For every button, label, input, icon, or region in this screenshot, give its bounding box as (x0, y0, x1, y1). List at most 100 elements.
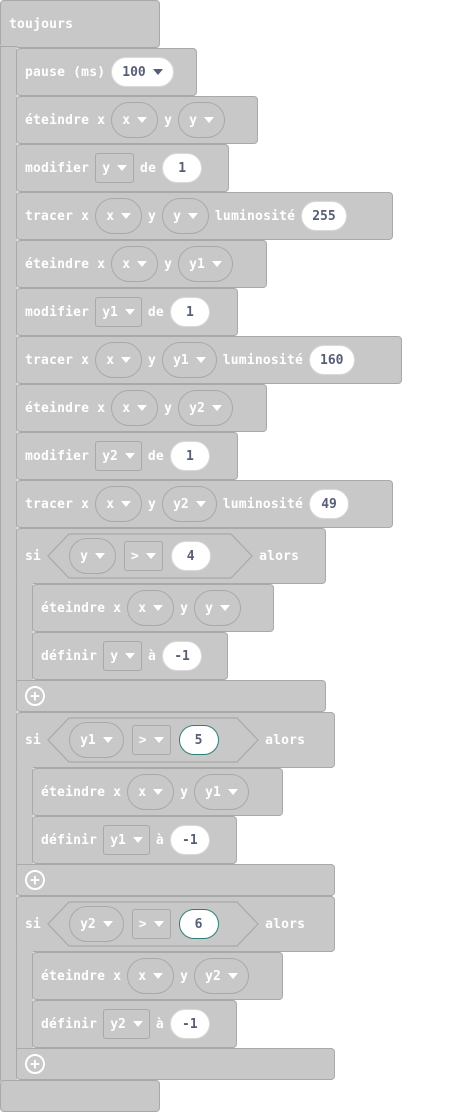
change-value-input[interactable]: 1 (162, 153, 203, 183)
plot-block-y2[interactable]: tracer x x y y2 luminosité 49 (16, 480, 393, 528)
if-block-3-footer[interactable]: + (16, 1048, 335, 1080)
var-dropdown-x[interactable]: x (111, 390, 159, 426)
unplot-block-5[interactable]: éteindre x x y y1 (32, 768, 283, 816)
set-value-input[interactable]: -1 (162, 641, 203, 671)
plot-label: tracer x (25, 496, 90, 512)
set-block-y[interactable]: définir y à -1 (32, 632, 228, 680)
brightness-input[interactable]: 49 (309, 489, 350, 519)
var-dropdown-y2[interactable]: y2 (69, 906, 124, 942)
var-dropdown-x[interactable]: x (95, 198, 143, 234)
change-value-input[interactable]: 1 (169, 441, 210, 471)
var-name: y (189, 112, 197, 128)
caret-down-icon (227, 973, 238, 979)
caret-down-icon (121, 357, 132, 363)
var-name: x (122, 256, 131, 272)
var-dropdown-y2[interactable]: y2 (95, 441, 142, 471)
pause-block[interactable]: pause (ms) 100 (16, 48, 197, 96)
by-label: de (147, 304, 164, 320)
brightness-input[interactable]: 255 (301, 201, 347, 231)
var-dropdown-y[interactable]: y (194, 590, 241, 626)
forever-block-bottom[interactable] (0, 1080, 160, 1112)
if-block-2-header[interactable]: si y1 > 5 alors (16, 712, 335, 768)
compare-value-input[interactable]: 5 (178, 725, 219, 755)
unplot-block-2[interactable]: éteindre x x y y1 (16, 240, 267, 288)
if-block-2-footer[interactable]: + (16, 864, 335, 896)
change-block-y1[interactable]: modifier y1 de 1 (16, 288, 238, 336)
operator-dropdown[interactable]: > (123, 541, 163, 571)
operator-dropdown[interactable]: > (131, 725, 171, 755)
then-label: alors (265, 916, 306, 932)
var-dropdown-y2[interactable]: y2 (162, 486, 217, 522)
change-label: modifier (25, 160, 90, 176)
plot-block-y1[interactable]: tracer x x y y1 luminosité 160 (16, 336, 402, 384)
plus-circle-icon[interactable]: + (25, 686, 45, 706)
var-name: x (138, 600, 147, 616)
compare-value-input[interactable]: 6 (178, 909, 219, 939)
caret-down-icon (102, 921, 113, 927)
var-dropdown-y1[interactable]: y1 (95, 297, 142, 327)
pause-value-dropdown[interactable]: 100 (111, 57, 174, 87)
unplot-block-6[interactable]: éteindre x x y y2 (32, 952, 283, 1000)
if-label: si (25, 732, 42, 748)
if-block-1-footer[interactable]: + (16, 680, 326, 712)
var-dropdown-y1[interactable]: y1 (194, 774, 249, 810)
y-label: y (148, 352, 157, 368)
compare-block-1[interactable]: y > 4 (47, 533, 253, 579)
var-dropdown-x[interactable]: x (111, 246, 159, 282)
var-dropdown-y1[interactable]: y1 (69, 722, 124, 758)
plus-circle-icon[interactable]: + (25, 870, 45, 890)
caret-down-icon (102, 737, 113, 743)
var-dropdown-y1[interactable]: y1 (103, 825, 150, 855)
then-label: alors (265, 732, 306, 748)
unplot-block-4[interactable]: éteindre x x y y (32, 584, 274, 632)
if-label: si (25, 916, 42, 932)
caret-down-icon (211, 261, 222, 267)
plot-block-y[interactable]: tracer x x y y luminosité 255 (16, 192, 393, 240)
if-block-1-header[interactable]: si y > 4 alors (16, 528, 326, 584)
caret-down-icon (121, 501, 132, 507)
var-dropdown-y[interactable]: y (95, 153, 135, 183)
var-dropdown-y[interactable]: y (69, 538, 116, 574)
set-block-y1[interactable]: définir y1 à -1 (32, 816, 237, 864)
var-dropdown-y2[interactable]: y2 (103, 1009, 150, 1039)
change-block-y2[interactable]: modifier y2 de 1 (16, 432, 238, 480)
set-block-y2[interactable]: définir y2 à -1 (32, 1000, 237, 1048)
compare-block-2[interactable]: y1 > 5 (47, 717, 259, 763)
var-dropdown-x[interactable]: x (95, 486, 143, 522)
var-dropdown-y[interactable]: y (178, 102, 225, 138)
var-dropdown-y1[interactable]: y1 (178, 246, 233, 282)
compare-block-3[interactable]: y2 > 6 (47, 901, 259, 947)
var-dropdown-x[interactable]: x (127, 774, 175, 810)
brightness-label: luminosité (214, 208, 296, 224)
y-label: y (180, 784, 189, 800)
var-dropdown-y[interactable]: y (103, 641, 143, 671)
caret-down-icon (132, 837, 143, 843)
set-value-input[interactable]: -1 (169, 825, 210, 855)
var-dropdown-x[interactable]: x (127, 958, 175, 994)
plot-label: tracer x (25, 208, 90, 224)
var-dropdown-x[interactable]: x (95, 342, 143, 378)
var-dropdown-x[interactable]: x (111, 102, 159, 138)
unplot-block-3[interactable]: éteindre x x y y2 (16, 384, 267, 432)
set-value-input[interactable]: -1 (169, 1009, 210, 1039)
var-dropdown-x[interactable]: x (127, 590, 175, 626)
caret-down-icon (153, 921, 164, 927)
change-label: modifier (25, 304, 90, 320)
caret-down-icon (187, 213, 198, 219)
if-block-3-header[interactable]: si y2 > 6 alors (16, 896, 335, 952)
change-block-y[interactable]: modifier y de 1 (16, 144, 229, 192)
caret-down-icon (124, 309, 135, 315)
var-name: y (173, 208, 181, 224)
change-value-input[interactable]: 1 (169, 297, 210, 327)
unplot-block-1[interactable]: éteindre x x y y (16, 96, 258, 144)
var-dropdown-y1[interactable]: y1 (162, 342, 217, 378)
var-dropdown-y[interactable]: y (162, 198, 209, 234)
forever-block-top[interactable]: toujours (0, 0, 160, 48)
compare-value-input[interactable]: 4 (170, 541, 211, 571)
var-dropdown-y2[interactable]: y2 (178, 390, 233, 426)
brightness-input[interactable]: 160 (309, 345, 355, 375)
var-dropdown-y2[interactable]: y2 (194, 958, 249, 994)
plus-circle-icon[interactable]: + (25, 1054, 45, 1074)
caret-down-icon (121, 213, 132, 219)
operator-dropdown[interactable]: > (131, 909, 171, 939)
